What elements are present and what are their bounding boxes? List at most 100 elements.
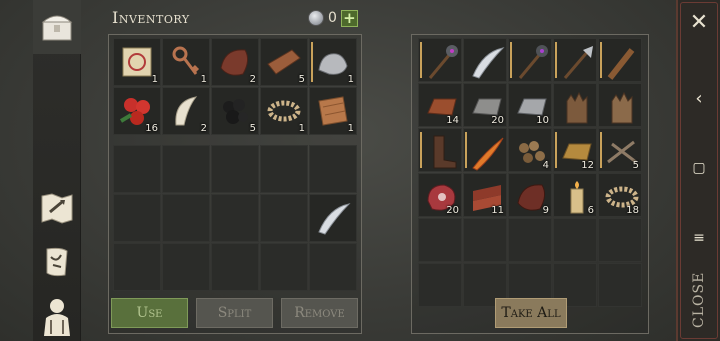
scimitar-icon (313, 198, 353, 238)
inventory-slot[interactable]: 2 (162, 87, 210, 135)
item-quantity: 16 (145, 123, 158, 134)
item-quantity: 4 (542, 160, 549, 171)
inventory-slot[interactable]: 12 (553, 128, 597, 172)
inventory-slot[interactable]: 1 (113, 38, 161, 86)
inventory-slot[interactable] (418, 263, 462, 307)
spiked-mace-icon (512, 42, 552, 82)
gloves-icon (602, 87, 642, 127)
inventory-slot[interactable]: 10 (508, 83, 552, 127)
boots-icon (422, 132, 462, 172)
inventory-slot[interactable]: 20 (418, 173, 462, 217)
inventory-slot[interactable] (508, 218, 552, 262)
inventory-slot[interactable]: 1 (162, 38, 210, 86)
spiked-club-icon (602, 42, 642, 82)
inventory-slot[interactable] (113, 243, 161, 291)
inventory-slot[interactable]: 9 (508, 173, 552, 217)
inventory-slot[interactable]: 20 (463, 83, 507, 127)
inventory-slot[interactable] (162, 145, 210, 193)
inventory-slot[interactable] (553, 218, 597, 262)
add-currency-button[interactable]: + (340, 9, 358, 27)
inventory-slot[interactable] (463, 38, 507, 82)
inventory-slot[interactable] (598, 38, 642, 82)
inventory-slot[interactable]: 1 (309, 87, 357, 135)
character-tab-icon[interactable] (33, 294, 81, 338)
flame-sword-icon (467, 132, 507, 172)
leather-gloves-icon (557, 87, 597, 127)
inventory-slot[interactable] (598, 263, 642, 307)
scimitar-icon (467, 42, 507, 82)
inventory-slot[interactable] (598, 83, 642, 127)
axe-spear-icon (557, 42, 597, 82)
inventory-slot[interactable] (113, 145, 161, 193)
inventory-slot[interactable]: 5 (211, 87, 259, 135)
inventory-slot[interactable]: 18 (598, 173, 642, 217)
inventory-slot[interactable] (418, 218, 462, 262)
inventory-slot[interactable] (260, 243, 308, 291)
inventory-slot[interactable] (211, 243, 259, 291)
back-icon[interactable]: ‹ (686, 88, 712, 109)
inventory-slot[interactable] (260, 145, 308, 193)
item-quantity: 1 (298, 123, 305, 134)
inventory-slot[interactable] (309, 243, 357, 291)
inventory-slot[interactable]: 14 (418, 83, 462, 127)
split-button[interactable]: Split (196, 298, 273, 328)
page-title: Inventory (112, 8, 190, 27)
item-quantity: 1 (347, 123, 354, 134)
inventory-slot[interactable] (162, 194, 210, 242)
inventory-slot[interactable] (418, 38, 462, 82)
inventory-slot[interactable]: 2 (211, 38, 259, 86)
coin-count: 0 (328, 10, 337, 26)
inventory-slot[interactable]: 1 (260, 87, 308, 135)
inventory-slot[interactable] (162, 243, 210, 291)
inventory-slot[interactable] (211, 194, 259, 242)
item-quantity: 20 (446, 205, 459, 216)
inventory-slot[interactable]: 6 (553, 173, 597, 217)
inventory-slot[interactable] (553, 38, 597, 82)
map-tab-icon[interactable] (33, 186, 81, 230)
use-button[interactable]: Use (111, 298, 188, 328)
inventory-slot[interactable]: 4 (508, 128, 552, 172)
quest-scroll-tab-icon[interactable] (33, 240, 81, 284)
player-inventory-grid: 1 1 2 5 1 16 2 5 1 1 (113, 38, 357, 135)
inventory-slot[interactable] (309, 145, 357, 193)
item-quantity: 9 (542, 205, 549, 216)
inventory-slot[interactable] (418, 128, 462, 172)
inventory-slot[interactable] (260, 194, 308, 242)
inventory-slot[interactable]: 11 (463, 173, 507, 217)
item-quantity: 14 (446, 115, 459, 126)
inventory-slot[interactable] (463, 218, 507, 262)
currency-display: 0 + (308, 8, 358, 28)
inventory-slot[interactable]: 5 (598, 128, 642, 172)
mace-icon (422, 42, 462, 82)
item-quantity: 2 (249, 74, 256, 85)
item-quantity: 1 (200, 74, 207, 85)
item-quantity: 1 (347, 74, 354, 85)
inventory-slot[interactable] (553, 83, 597, 127)
coin-icon (308, 10, 324, 26)
storage-grid: 14 20 10 4 12 5 20 11 9 6 18 (418, 38, 642, 307)
item-quantity: 12 (581, 160, 594, 171)
inventory-slot[interactable]: 16 (113, 87, 161, 135)
close-x-icon[interactable]: ✕ (686, 10, 712, 35)
inventory-slot[interactable] (463, 128, 507, 172)
inventory-slot[interactable] (211, 145, 259, 193)
recent-apps-icon[interactable]: ≡ (686, 230, 712, 246)
inventory-slot[interactable]: 5 (260, 38, 308, 86)
item-quantity: 5 (249, 123, 256, 134)
home-icon[interactable]: ▢ (686, 160, 712, 176)
item-quantity: 20 (491, 115, 504, 126)
inventory-slot[interactable] (508, 38, 552, 82)
player-inventory-grid-empty (113, 145, 357, 291)
close-label[interactable]: CLOSE (684, 270, 714, 330)
inventory-slot[interactable]: 1 (309, 38, 357, 86)
item-quantity: 1 (151, 74, 158, 85)
inventory-slot[interactable] (309, 194, 357, 242)
inventory-slot[interactable] (598, 218, 642, 262)
inventory-slot[interactable] (113, 194, 161, 242)
item-quantity: 5 (298, 74, 305, 85)
item-quantity: 10 (536, 115, 549, 126)
chest-icon[interactable] (33, 4, 81, 48)
remove-button[interactable]: Remove (281, 298, 358, 328)
take-all-button[interactable]: Take All (495, 298, 567, 328)
item-quantity: 11 (491, 205, 504, 216)
